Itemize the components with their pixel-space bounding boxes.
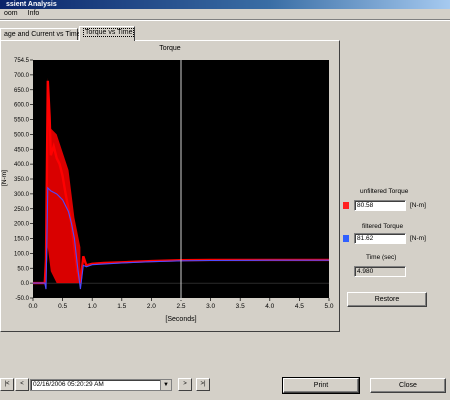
chevron-down-icon[interactable]: ▼ <box>160 380 171 390</box>
y-tick-label: 400.0 <box>14 162 30 168</box>
y-tick-label: 200.0 <box>14 222 30 228</box>
unfiltered-torque-label: unfiltered Torque <box>360 188 409 195</box>
x-tick-label: 3.5 <box>236 303 245 310</box>
menu-bar: oom Info <box>0 9 450 19</box>
y-tick-label: 600.0 <box>14 103 30 109</box>
close-button[interactable]: Close <box>370 378 446 393</box>
x-tick-label: 3.0 <box>206 303 215 310</box>
y-tick-label: 550.0 <box>14 118 30 124</box>
x-tick-label: 2.0 <box>147 303 156 310</box>
x-tick-label: 1.5 <box>117 303 126 310</box>
menu-item-zoom[interactable]: oom <box>4 10 18 17</box>
filtered-torque-value: 81.62 <box>354 233 406 244</box>
x-tick-label: 0.5 <box>58 303 67 310</box>
print-label: Print <box>313 382 329 389</box>
close-label: Close <box>399 382 417 389</box>
x-tick-label: 4.5 <box>295 303 304 310</box>
print-button[interactable]: Print <box>282 377 360 394</box>
y-tick-label: -50.0 <box>15 296 29 302</box>
y-tick-label: 500.0 <box>14 132 30 138</box>
restore-label: Restore <box>374 296 400 303</box>
datetime-value: 02/16/2006 05:20:29 AM <box>33 381 104 388</box>
chart-title: Torque <box>159 45 181 52</box>
filtered-unit: [N-m] <box>410 235 426 242</box>
window-title: ssient Analysis <box>0 0 450 9</box>
y-tick-label: 350.0 <box>14 177 30 183</box>
y-tick-label: 700.0 <box>14 73 30 79</box>
y-tick-label: 100.0 <box>14 251 30 257</box>
filtered-color-swatch <box>343 235 349 242</box>
x-tick-label: 2.5 <box>176 303 185 310</box>
x-tick-label: 0.0 <box>28 303 37 310</box>
restore-button[interactable]: Restore <box>347 292 427 307</box>
unfiltered-color-swatch <box>343 202 349 209</box>
y-tick-label: 50.0 <box>17 266 29 272</box>
unfiltered-unit: [N-m] <box>410 202 426 209</box>
tab-voltage-current[interactable]: age and Current vs Time <box>0 28 81 40</box>
x-axis-label: [Seconds] <box>165 316 196 323</box>
x-tick-label: 5.0 <box>324 303 333 310</box>
unfiltered-torque-value: 80.58 <box>354 200 406 211</box>
menu-separator <box>0 19 450 21</box>
y-tick-label: 650.0 <box>14 88 30 94</box>
y-tick-label: 450.0 <box>14 147 30 153</box>
next-record-button[interactable]: > <box>178 378 192 391</box>
first-record-button[interactable]: |< <box>0 378 14 391</box>
last-record-button[interactable]: >| <box>196 378 210 391</box>
tab-label: age and Current vs Time <box>4 31 81 38</box>
time-value: 4.980 <box>354 266 406 277</box>
filtered-torque-label: filtered Torque <box>362 223 404 230</box>
y-tick-label: 250.0 <box>14 207 30 213</box>
y-tick-label: 150.0 <box>14 237 30 243</box>
x-tick-label: 1.0 <box>88 303 97 310</box>
y-axis-label: [N-m] <box>1 170 8 186</box>
torque-chart: -50.00.050.0100.0150.0200.0250.0300.0350… <box>1 58 334 323</box>
x-tick-label: 4.0 <box>265 303 274 310</box>
tab-torque[interactable]: Torque vs Time <box>79 26 135 41</box>
datetime-select[interactable]: 02/16/2006 05:20:29 AM ▼ <box>30 379 172 391</box>
time-label: Time (sec) <box>366 254 397 261</box>
menu-item-info[interactable]: Info <box>28 10 40 17</box>
y-tick-label: 754.5 <box>14 58 30 64</box>
tab-label: Torque vs Time <box>83 28 135 37</box>
y-tick-label: 300.0 <box>14 192 30 198</box>
y-tick-label: 0.0 <box>21 281 30 287</box>
previous-record-button[interactable]: < <box>15 378 29 391</box>
